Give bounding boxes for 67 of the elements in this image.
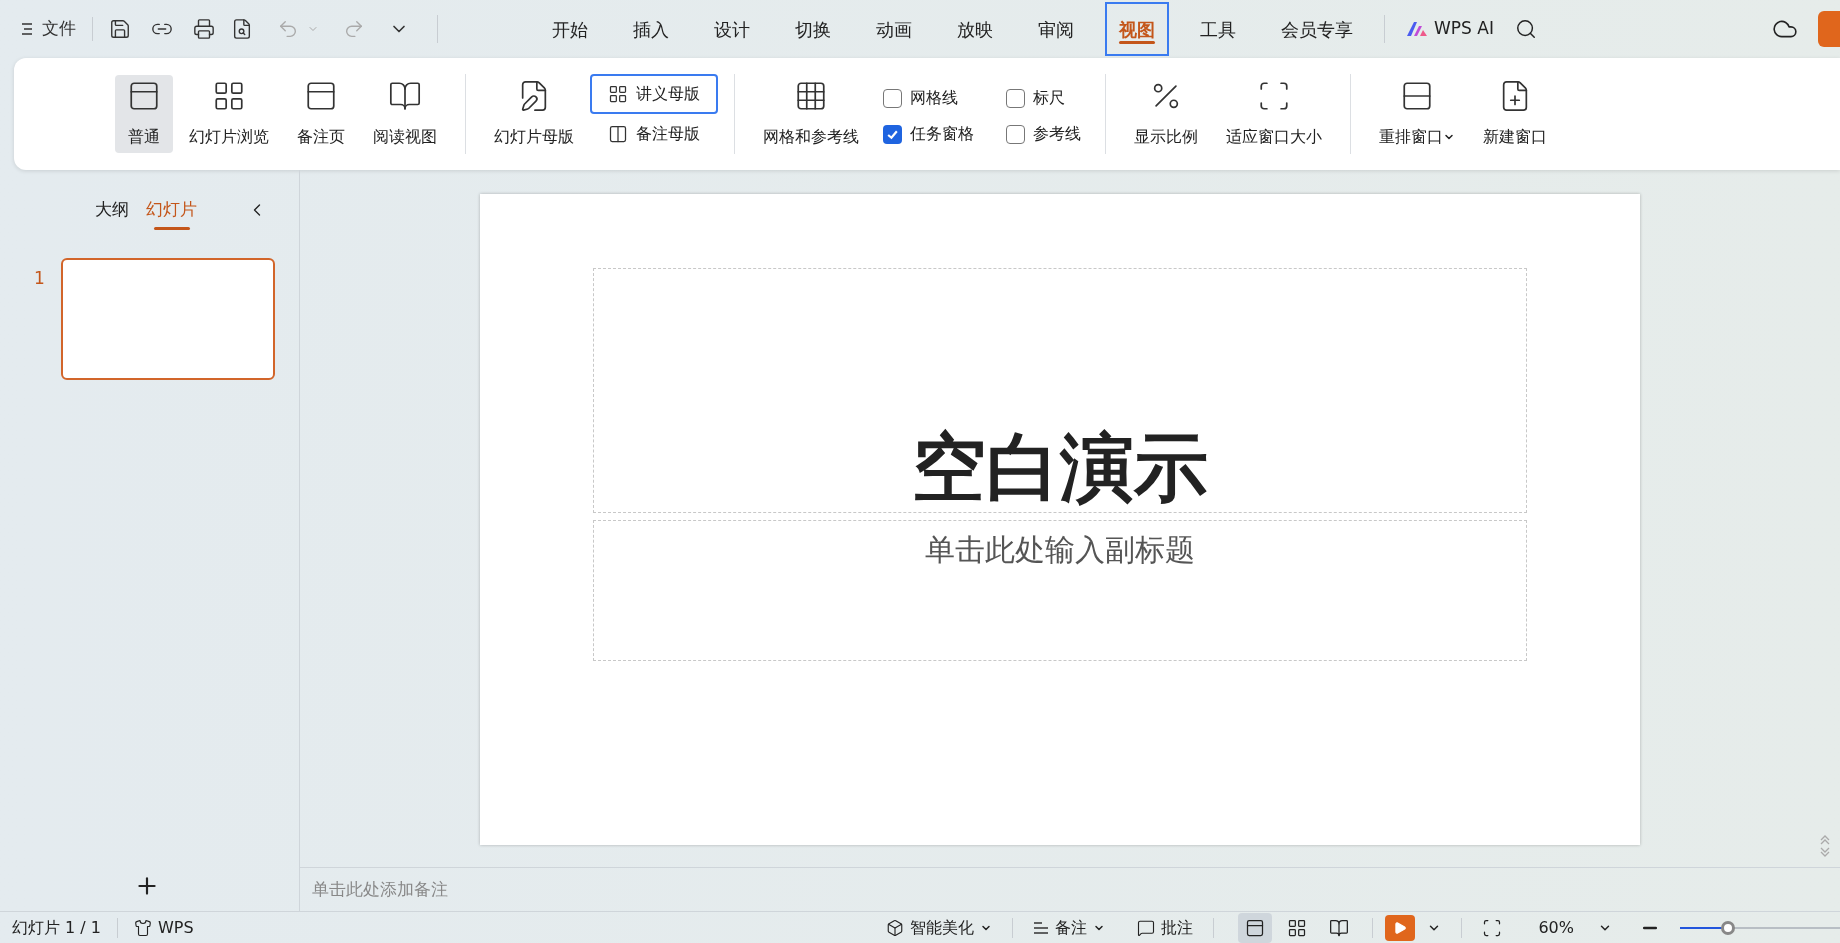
ribbon-tab[interactable]: 会员专享 (1267, 2, 1367, 56)
play-icon (1393, 920, 1408, 935)
stacked-windows-icon (1400, 79, 1434, 113)
ribbon-tab[interactable]: 设计 (700, 2, 764, 56)
search-icon[interactable] (1514, 18, 1537, 40)
panel-tab[interactable]: 大纲 (86, 190, 138, 230)
ribbon-button[interactable]: 幻灯片浏览 (177, 75, 281, 153)
ribbon-tab[interactable]: 开始 (538, 2, 602, 56)
comments-button[interactable]: 批注 (1137, 915, 1194, 940)
lines-icon (1033, 920, 1050, 935)
cube-icon (886, 918, 905, 937)
ribbon-button[interactable]: 普通 (115, 75, 173, 153)
frame-icon (1257, 79, 1291, 113)
zoom-level[interactable]: 60% (1538, 915, 1574, 940)
save-icon[interactable] (109, 18, 131, 40)
file-menu[interactable]: 文件 (20, 16, 76, 42)
ribbon-button[interactable]: 备注页 (285, 75, 357, 153)
print-icon[interactable] (193, 18, 215, 40)
checkbox[interactable]: 标尺 (1006, 86, 1081, 110)
grid-icon (794, 79, 828, 113)
ribbon-tab[interactable]: 审阅 (1024, 2, 1088, 56)
ai-logo-icon (1406, 21, 1428, 37)
zoom-slider[interactable] (1680, 919, 1840, 936)
ribbon-tab[interactable]: 动画 (862, 2, 926, 56)
slide-number: 1 (34, 267, 45, 290)
beautify-button[interactable]: 智能美化 (886, 915, 993, 940)
ribbon-button[interactable]: 阅读视图 (361, 75, 449, 153)
ribbon-button[interactable]: 新建窗口 (1471, 75, 1559, 153)
comment-icon (1137, 918, 1156, 937)
ribbon-button[interactable]: 适应窗口大小 (1214, 75, 1334, 153)
notes-button[interactable]: 备注 (1033, 915, 1106, 940)
normal-view-icon (1245, 917, 1266, 938)
ribbon-button[interactable]: 备注母版 (590, 114, 718, 154)
ribbon-tab[interactable]: 工具 (1186, 2, 1250, 56)
grid-icon (608, 84, 628, 104)
print-preview-icon[interactable] (231, 18, 253, 40)
page-icon (304, 79, 338, 113)
shirt-icon (134, 918, 152, 937)
panel-tab[interactable]: 幻灯片 (138, 190, 205, 230)
subtitle-placeholder[interactable]: 单击此处输入副标题 (593, 520, 1527, 661)
slide-thumbnail[interactable] (60, 258, 275, 380)
fit-icon[interactable] (1482, 917, 1503, 938)
ribbon-tab[interactable]: 插入 (619, 2, 683, 56)
checkbox[interactable]: 任务窗格 (883, 122, 974, 146)
slide-count: 幻灯片 1 / 1 (12, 916, 101, 939)
theme-button[interactable]: WPS (134, 915, 194, 940)
columns-icon (608, 124, 628, 144)
view-button[interactable] (1238, 912, 1273, 943)
checkbox[interactable]: 网格线 (883, 86, 974, 110)
grid-icon (1287, 917, 1308, 938)
ribbon-button[interactable]: 讲义母版 (590, 74, 718, 114)
menu-icon (20, 22, 34, 36)
slider-thumb[interactable] (1721, 920, 1735, 935)
grid-icon (212, 79, 246, 113)
ribbon-button[interactable]: 显示比例 (1122, 75, 1210, 153)
ribbon-tab[interactable]: 切换 (781, 2, 845, 56)
ribbon-button[interactable]: 网格和参考线 (751, 75, 871, 153)
ribbon-tab[interactable]: 放映 (943, 2, 1007, 56)
ribbon-tab[interactable]: 视图 (1105, 2, 1169, 56)
ai-button[interactable]: WPS AI (1402, 16, 1498, 42)
title-placeholder[interactable]: 空白演示 (593, 268, 1527, 513)
ribbon-button[interactable]: 幻灯片母版 (482, 75, 586, 153)
play-button[interactable] (1385, 914, 1416, 941)
panel-icon (127, 79, 161, 113)
checkbox[interactable]: 参考线 (1006, 122, 1081, 146)
book-icon (1329, 917, 1350, 938)
ribbon-button[interactable]: 重排窗口 (1367, 75, 1467, 153)
